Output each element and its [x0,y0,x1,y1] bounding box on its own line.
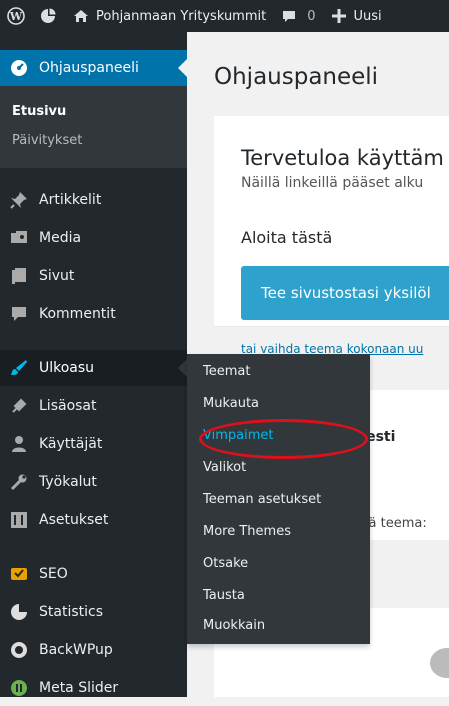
flyout-item-more-themes[interactable]: More Themes [203,524,291,539]
highlight-circle [199,419,368,459]
comments-menu[interactable]: 0 [273,0,322,32]
sidebar-item-posts[interactable]: Artikkelit [0,182,187,218]
pin-icon [9,190,29,210]
sidebar-item-label: Media [39,230,82,246]
settings-icon [9,510,29,530]
sidebar-item-label: Sivut [39,268,75,284]
wordpress-logo-icon: W [7,7,25,25]
svg-text:W: W [9,10,23,23]
sidebar-item-media[interactable]: Media [0,220,187,256]
sidebar-item-dashboard[interactable]: Ohjauspaneeli [0,50,187,86]
sidebar-item-plugins[interactable]: Lisäosat [0,388,187,424]
flyout-item-header[interactable]: Otsake [203,556,248,571]
site-name-menu[interactable]: Pohjanmaan Yrityskummit [64,0,273,32]
sidebar-item-label: Lisäosat [39,398,97,414]
site-name: Pohjanmaan Yrityskummit [96,8,267,24]
sidebar-item-tools[interactable]: Työkalut [0,464,187,500]
flyout-item-theme-settings[interactable]: Teeman asetukset [203,492,321,507]
comments-icon [9,304,29,324]
pages-icon [9,266,29,286]
welcome-text: Näillä linkeillä pääset alku [241,175,424,191]
wp-logo-menu[interactable]: W [0,0,32,32]
comment-bubble-icon [280,7,298,25]
metaslider-icon [9,678,29,698]
dashboard-icon [9,58,29,78]
sidebar-item-label: SEO [39,566,68,582]
statistics-icon [9,602,29,622]
get-started-title: Aloita tästä [241,228,333,247]
sidebar-item-settings[interactable]: Asetukset [0,502,187,538]
sidebar-item-label: Artikkelit [39,192,102,208]
submenu-item-home[interactable]: Etusivu [12,104,66,119]
sidebar-item-label: Asetukset [39,512,109,528]
flyout-item-background[interactable]: Tausta [203,588,245,603]
sidebar-item-comments[interactable]: Kommentit [0,296,187,332]
submenu-item-updates[interactable]: Päivitykset [12,133,82,148]
backwpup-icon [9,640,29,660]
customize-site-button[interactable]: Tee sivustostasi yksilöl [241,266,449,320]
sidebar-item-label: Kommentit [39,306,116,322]
page-title: Ohjauspaneeli [214,64,379,90]
sidebar-item-appearance[interactable]: Ulkoasu [0,350,187,386]
seo-icon [9,564,29,584]
sidebar-item-label: Ulkoasu [39,360,95,376]
dashboard-submenu [0,86,187,168]
users-icon [9,434,29,454]
comments-count: 0 [307,8,316,24]
home-icon [72,7,90,25]
sidebar-item-users[interactable]: Käyttäjät [0,426,187,462]
sidebar-item-seo[interactable]: SEO [0,556,187,592]
sidebar-item-label: BackWPup [39,642,113,658]
plugins-icon [9,396,29,416]
plus-icon [330,7,348,25]
welcome-panel: Tervetuloa käyttäm Näillä linkeillä pääs… [214,116,449,326]
sidebar-item-label: Meta Slider [39,680,119,696]
flyout-item-customize[interactable]: Mukauta [203,396,259,411]
tools-icon [9,472,29,492]
sidebar-item-label: Ohjauspaneeli [39,60,139,76]
sidebar-item-meta-slider[interactable]: Meta Slider [0,670,187,706]
flyout-item-themes[interactable]: Teemat [203,364,250,379]
sidebar-item-backwpup[interactable]: BackWPup [0,632,187,668]
appearance-flyout-menu: Teemat Mukauta Vimpaimet Valikot Teeman … [187,354,370,644]
sidebar-item-label: Statistics [39,604,103,620]
media-icon [9,228,29,248]
sidebar-item-pages[interactable]: Sivut [0,258,187,294]
appearance-icon [9,358,29,378]
flyout-item-widgets[interactable]: Vimpaimet [199,419,368,459]
pie-chart-icon [39,7,57,25]
new-content-menu[interactable]: Uusi [323,0,389,32]
sidebar-item-label: Työkalut [39,474,97,490]
sidebar-item-label: Käyttäjät [39,436,103,452]
welcome-title: Tervetuloa käyttäm [241,146,444,170]
flyout-item-editor[interactable]: Muokkain [203,618,265,633]
flyout-item-menus[interactable]: Valikot [203,460,246,475]
admin-sidebar: Ohjauspaneeli Etusivu Päivitykset Artikk… [0,32,187,697]
stats-menu[interactable] [32,0,64,32]
admin-bar: W Pohjanmaan Yrityskummit 0 Uusi [0,0,449,32]
sidebar-item-statistics[interactable]: Statistics [0,594,187,630]
new-label: Uusi [353,8,382,24]
